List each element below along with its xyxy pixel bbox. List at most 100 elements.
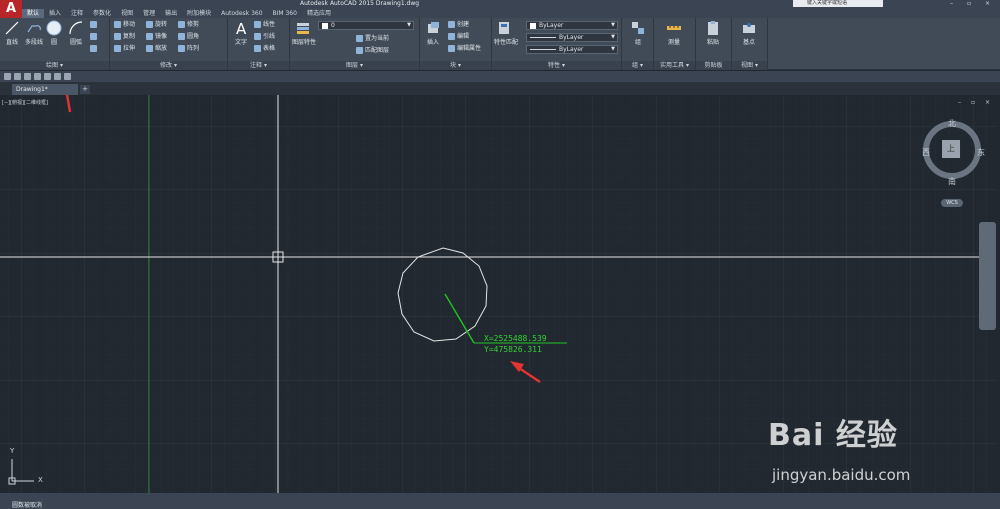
- utilities-panel-label[interactable]: 实用工具 ▾: [654, 61, 695, 70]
- open-file-icon[interactable]: [14, 73, 21, 80]
- leader-tool[interactable]: 引线: [254, 32, 275, 42]
- ribbon-tab[interactable]: BIM 360: [268, 9, 302, 18]
- line-tool-label: 直线: [5, 39, 18, 46]
- rotate-tool[interactable]: 旋转: [146, 20, 167, 30]
- linetype-dropdown[interactable]: ByLayer ▼: [526, 33, 618, 42]
- undo-icon[interactable]: [54, 73, 61, 80]
- paste-tool[interactable]: 粘贴: [703, 20, 723, 46]
- measure-tool[interactable]: 测量: [664, 20, 684, 46]
- rotate-label: 旋转: [155, 21, 168, 28]
- match-properties-tool[interactable]: 特性匹配: [494, 20, 518, 46]
- viewcube-west[interactable]: 西: [922, 147, 930, 158]
- annotation-panel-label[interactable]: 注释 ▾: [228, 61, 289, 70]
- file-tab-drawing1[interactable]: Drawing1*: [12, 84, 78, 95]
- copy-icon: [114, 33, 121, 40]
- search-input[interactable]: 键入关键字或短语: [793, 0, 883, 7]
- set-current-icon: [356, 35, 363, 42]
- redo-icon[interactable]: [64, 73, 71, 80]
- modify-panel-label[interactable]: 修改 ▾: [110, 61, 227, 70]
- table-label: 表格: [263, 45, 276, 52]
- baidu-jingyan-watermark: Bai 经验: [768, 418, 898, 453]
- rectangle-tool[interactable]: [90, 20, 99, 30]
- trim-tool[interactable]: 修剪: [178, 20, 199, 30]
- copy-tool[interactable]: 复制: [114, 32, 135, 42]
- save-icon[interactable]: [24, 73, 31, 80]
- group-tool[interactable]: 组: [628, 20, 648, 46]
- layer-dropdown[interactable]: 0 ▼: [318, 21, 414, 30]
- clipboard-panel-label[interactable]: 剪贴板: [696, 61, 731, 70]
- annotation-panel: A 文字 线性 引线 表格 注释 ▾: [228, 18, 290, 70]
- ribbon-tab[interactable]: 视图: [116, 9, 138, 18]
- ribbon-tab[interactable]: 精选应用: [302, 9, 336, 18]
- layer-properties-label: 图层特性: [292, 39, 317, 46]
- color-dropdown-value: ByLayer: [539, 22, 564, 29]
- save-as-icon[interactable]: [34, 73, 41, 80]
- viewcube[interactable]: 西 北 东 南 上: [922, 118, 985, 187]
- fillet-label: 圆角: [187, 33, 200, 40]
- circle-tool[interactable]: 圆: [44, 20, 64, 46]
- line-tool[interactable]: 直线: [2, 20, 22, 46]
- ribbon-tab[interactable]: 附加模块: [182, 9, 216, 18]
- insert-block-icon: [428, 22, 439, 33]
- insert-block-label: 插入: [426, 39, 439, 46]
- mirror-tool[interactable]: 镜像: [146, 32, 167, 42]
- array-tool[interactable]: 阵列: [178, 44, 199, 54]
- linetype-preview: [530, 37, 556, 38]
- linear-dim-tool[interactable]: 线性: [254, 20, 275, 30]
- window-controls[interactable]: – ▫ ×: [950, 0, 996, 7]
- viewport-window-controls[interactable]: – ▫ ×: [958, 99, 994, 106]
- viewcube-top-face[interactable]: 上: [942, 140, 960, 158]
- create-block-tool[interactable]: 创建: [448, 20, 469, 30]
- leader-icon: [254, 33, 261, 40]
- ribbon-tab[interactable]: 输出: [160, 9, 182, 18]
- groups-panel: 组 组 ▾: [622, 18, 654, 70]
- ribbon-tab[interactable]: 参数化: [88, 9, 116, 18]
- fillet-tool[interactable]: 圆角: [178, 32, 199, 42]
- hatch-icon: [90, 33, 97, 40]
- draw-panel-label[interactable]: 绘图 ▾: [0, 61, 109, 70]
- arc-tool-label: 圆弧: [69, 39, 82, 46]
- edit-block-tool[interactable]: 编辑: [448, 32, 469, 42]
- arc-tool[interactable]: 圆弧: [66, 20, 86, 46]
- layer-properties-tool[interactable]: 图层特性: [292, 20, 317, 46]
- polyline-tool[interactable]: 多段线: [24, 20, 44, 46]
- edit-attributes-tool[interactable]: 编辑属性: [448, 44, 481, 54]
- ribbon-tab[interactable]: 插入: [44, 9, 66, 18]
- ribbon-tab[interactable]: 注释: [66, 9, 88, 18]
- layers-panel-label[interactable]: 图层 ▾: [290, 61, 419, 70]
- color-dropdown[interactable]: ByLayer ▼: [526, 21, 618, 30]
- block-panel-label[interactable]: 块 ▾: [420, 61, 491, 70]
- set-current-tool[interactable]: 置为当前: [356, 34, 389, 44]
- base-point-tool[interactable]: 基点: [739, 20, 759, 46]
- lineweight-dropdown[interactable]: ByLayer ▼: [526, 45, 618, 54]
- new-file-icon[interactable]: [4, 73, 11, 80]
- hatch-tool[interactable]: [90, 32, 99, 42]
- print-icon[interactable]: [44, 73, 51, 80]
- viewcube-north[interactable]: 北: [948, 118, 956, 129]
- navigation-bar[interactable]: [979, 222, 996, 330]
- scale-tool[interactable]: 缩放: [146, 44, 167, 54]
- view-panel-label[interactable]: 视图 ▾: [732, 61, 767, 70]
- insert-block-tool[interactable]: 插入: [423, 20, 443, 46]
- viewcube-south[interactable]: 南: [948, 176, 956, 187]
- ribbon-tab[interactable]: Autodesk 360: [216, 9, 267, 18]
- properties-panel-label[interactable]: 特性 ▾: [492, 61, 621, 70]
- gradient-tool[interactable]: [90, 44, 99, 54]
- stretch-tool[interactable]: 拉伸: [114, 44, 135, 54]
- measure-icon: [667, 26, 681, 30]
- ribbon-tab[interactable]: 管理: [138, 9, 160, 18]
- viewport-controls-label[interactable]: [−][俯视][二维线框]: [2, 99, 48, 106]
- table-tool[interactable]: 表格: [254, 44, 275, 54]
- new-tab-button[interactable]: +: [80, 85, 90, 94]
- groups-panel-label[interactable]: 组 ▾: [622, 61, 653, 70]
- application-menu-button[interactable]: A: [0, 0, 22, 18]
- text-tool[interactable]: A 文字: [231, 20, 251, 46]
- wcs-menu[interactable]: WCS: [941, 199, 963, 207]
- move-tool[interactable]: 移动: [114, 20, 135, 30]
- viewcube-east[interactable]: 东: [977, 147, 985, 158]
- ribbon-tab[interactable]: 默认: [22, 9, 45, 18]
- group-tool-label: 组: [634, 39, 641, 46]
- line-icon: [5, 21, 19, 35]
- command-line[interactable]: 圆数被取消: [0, 493, 1000, 509]
- match-layer-tool[interactable]: 匹配图层: [356, 46, 389, 56]
